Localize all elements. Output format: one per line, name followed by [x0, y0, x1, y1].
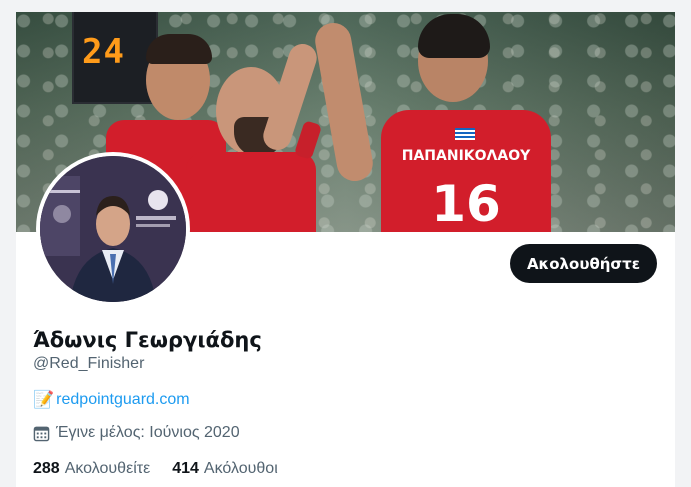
avatar-portrait-icon — [40, 156, 186, 302]
scoreboard-value: 24 — [82, 32, 125, 72]
followers-stat[interactable]: 414 Ακόλουθοι — [172, 460, 278, 478]
followers-count: 414 — [172, 460, 199, 477]
jersey-number: 16 — [431, 175, 501, 232]
following-stat[interactable]: 288 Ακολουθείτε — [33, 460, 150, 478]
jersey-name: ΠΑΠΑΝΙΚΟΛΑΟΥ — [401, 148, 531, 164]
following-label: Ακολουθείτε — [64, 460, 151, 477]
avatar[interactable] — [36, 152, 190, 306]
profile-handle: @Red_Finisher — [33, 355, 145, 372]
profile-joined-date: Έγινε μέλος: Ιούνιος 2020 — [33, 424, 240, 442]
followers-label: Ακόλουθοι — [203, 460, 278, 477]
memo-emoji-icon: 📝 — [33, 390, 55, 409]
profile-name: Άδωνις Γεωργιάδης — [33, 328, 262, 352]
website-link[interactable]: redpointguard.com — [56, 391, 189, 409]
follow-button[interactable]: Ακολουθήστε — [510, 244, 657, 283]
follow-stats: 288 Ακολουθείτε 414 Ακόλουθοι — [33, 460, 300, 478]
following-count: 288 — [33, 460, 60, 477]
profile-card: 24 ΠΑΠΑΝΙΚΟΛΑΟΥ 16 Ακολουθήστε Άδωνις Γε… — [16, 12, 675, 487]
calendar-icon — [33, 426, 50, 441]
profile-website: 📝 redpointguard.com — [33, 390, 190, 410]
joined-text: Έγινε μέλος: Ιούνιος 2020 — [56, 424, 240, 441]
